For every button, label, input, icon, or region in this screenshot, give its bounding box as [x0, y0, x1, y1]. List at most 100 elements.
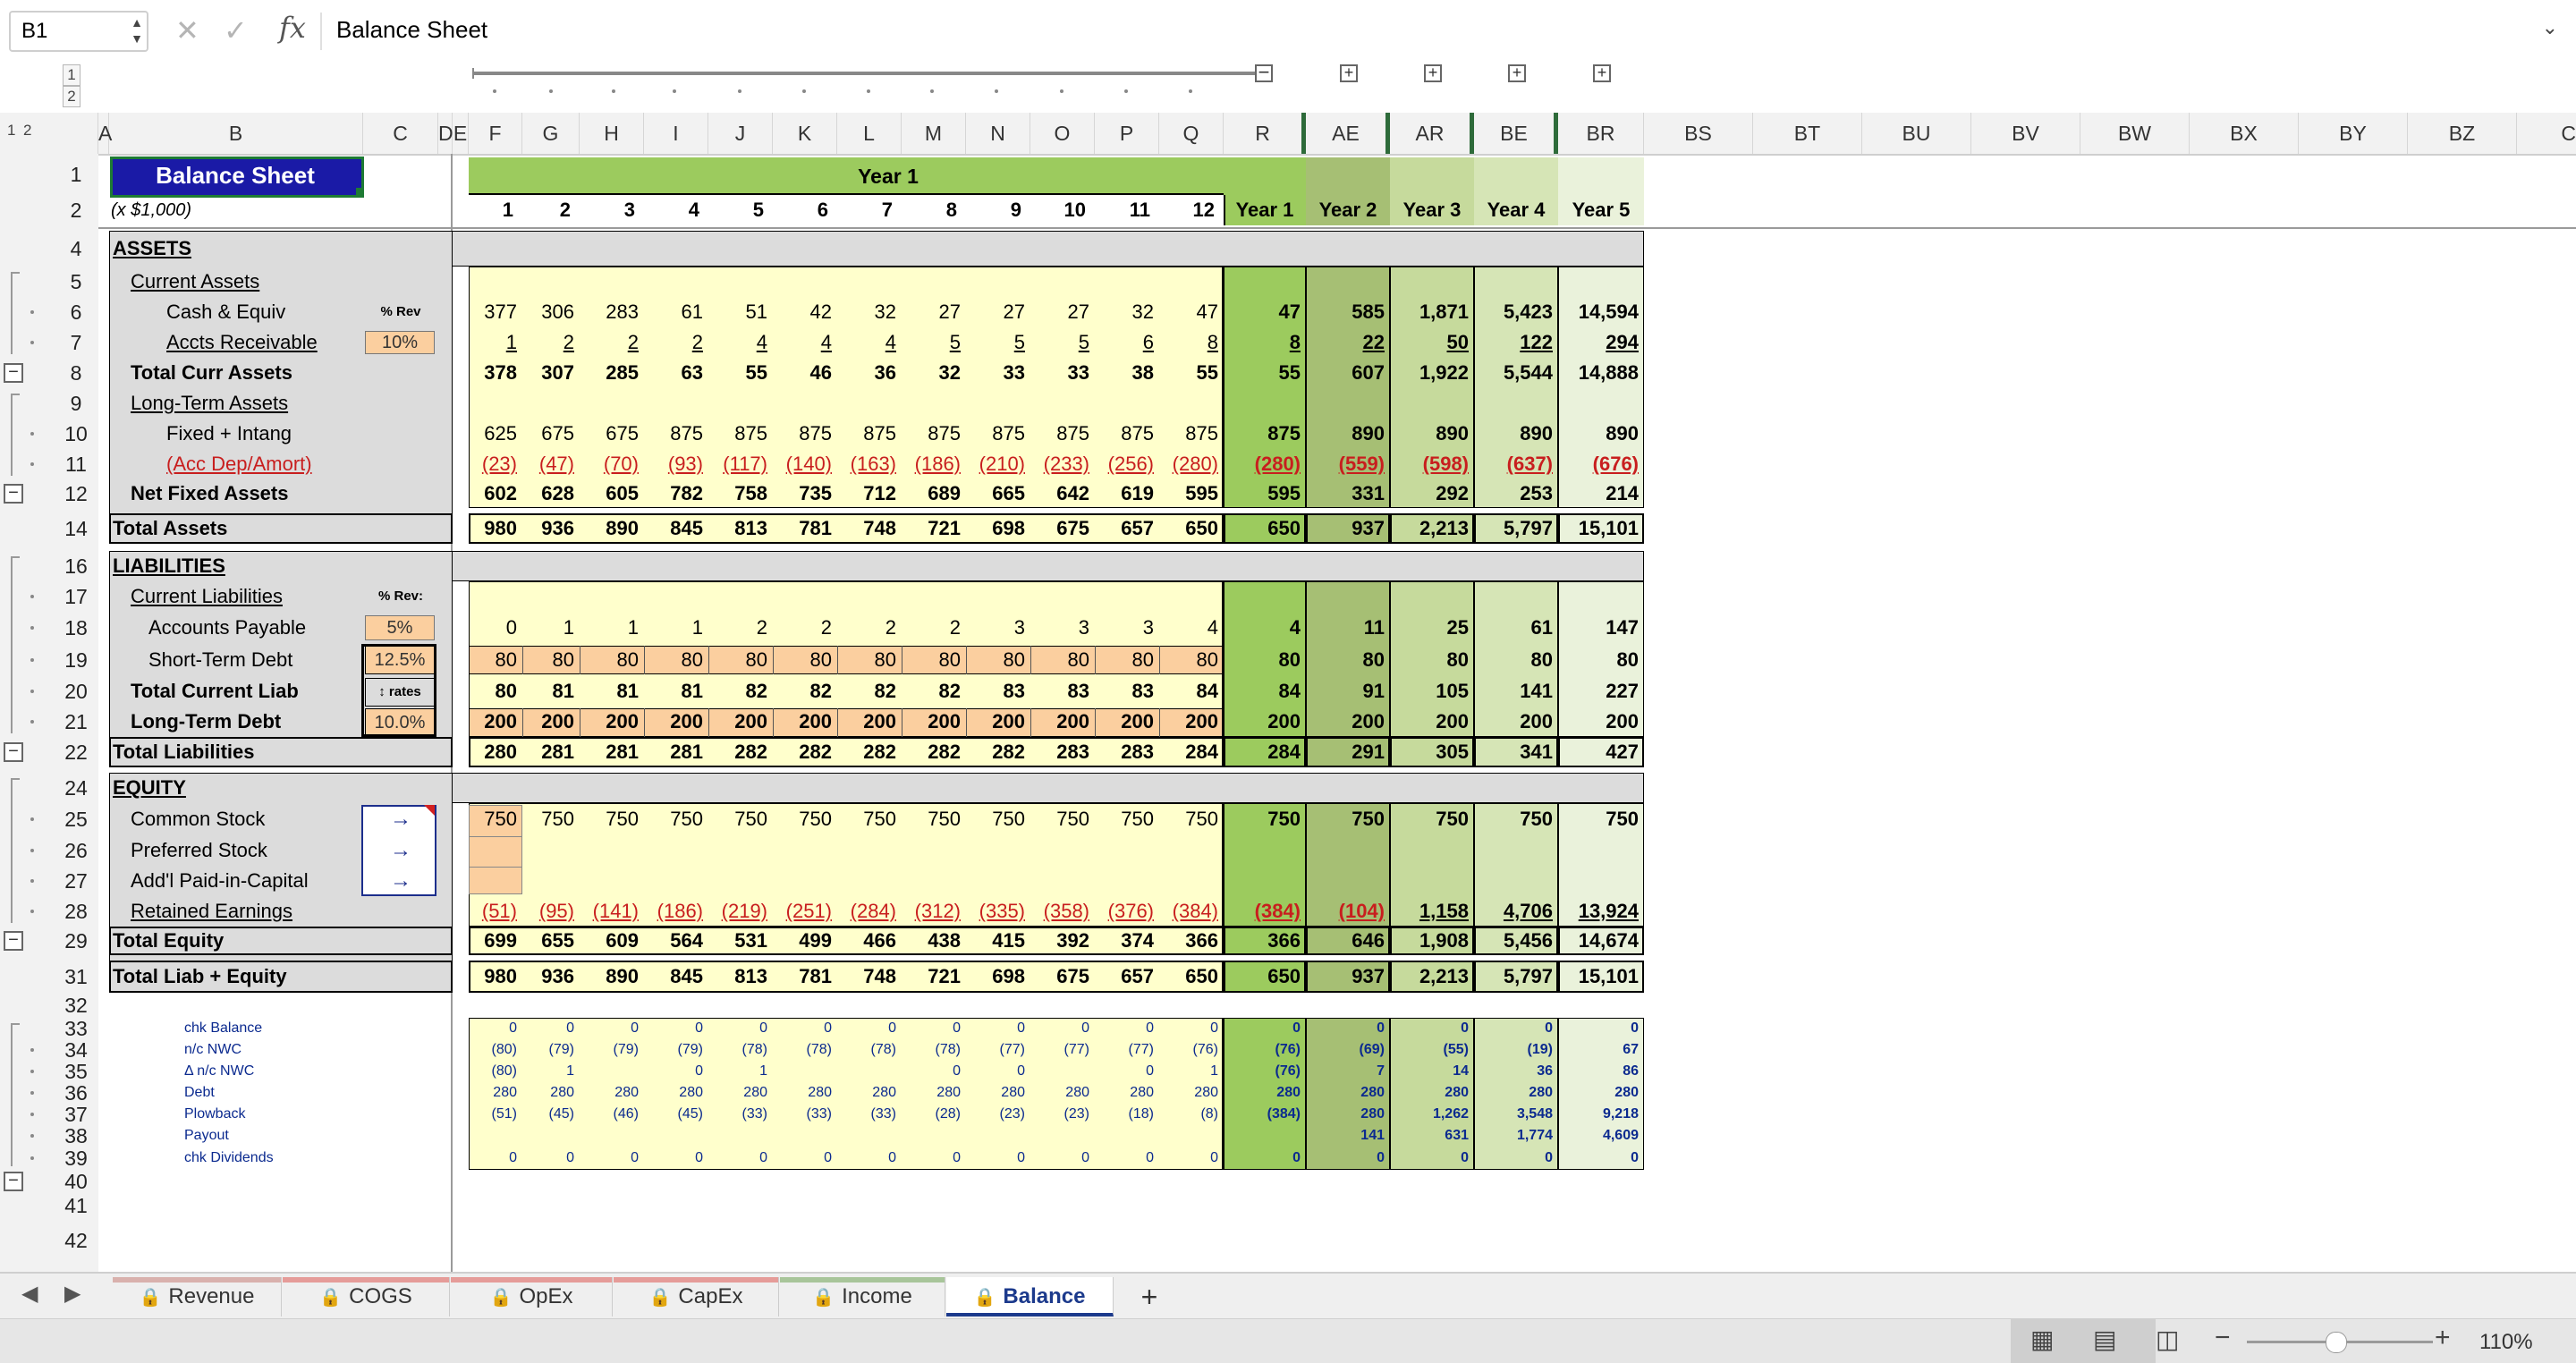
formula-input[interactable]: Balance Sheet	[336, 16, 487, 44]
chkdiv-y4[interactable]: 0	[1474, 1147, 1553, 1170]
row-header-11[interactable]: 11	[54, 449, 98, 479]
ta-m6[interactable]: 781	[773, 513, 832, 544]
cs-m9[interactable]: 750	[966, 803, 1025, 835]
chkdiv-m7[interactable]: 0	[837, 1147, 896, 1170]
tca-m5[interactable]: 55	[708, 358, 767, 388]
dnwc-m2[interactable]: 1	[522, 1061, 574, 1082]
month-header-8[interactable]: 8	[902, 195, 962, 225]
month-header-1[interactable]: 1	[469, 195, 519, 225]
ar-y1[interactable]: 8	[1224, 327, 1301, 358]
te-m12[interactable]: 366	[1159, 927, 1218, 955]
plow-m10[interactable]: (23)	[1030, 1104, 1089, 1125]
ta-y4[interactable]: 5,797	[1474, 513, 1553, 544]
cs-y4[interactable]: 750	[1474, 803, 1553, 835]
chk-y4[interactable]: 0	[1474, 1018, 1553, 1039]
nwc-m4[interactable]: (79)	[644, 1039, 703, 1061]
re-m12[interactable]: (384)	[1159, 896, 1218, 927]
tle-m4[interactable]: 845	[644, 961, 703, 993]
cash-m10[interactable]: 27	[1030, 297, 1089, 327]
tab-revenue[interactable]: 🔒 Revenue	[113, 1277, 282, 1316]
chkdiv-y2[interactable]: 0	[1306, 1147, 1385, 1170]
add-sheet-button[interactable]: +	[1118, 1277, 1181, 1316]
ar-m12[interactable]: 8	[1159, 327, 1218, 358]
nwc-m11[interactable]: (77)	[1095, 1039, 1154, 1061]
tle-m2[interactable]: 936	[522, 961, 574, 993]
tcl-m6[interactable]: 82	[773, 676, 832, 707]
ltd-y2[interactable]: 200	[1306, 707, 1385, 737]
te-y1[interactable]: 366	[1224, 927, 1301, 955]
ap-m3[interactable]: 1	[580, 612, 639, 644]
std-y4[interactable]: 80	[1474, 644, 1553, 676]
cs-m3[interactable]: 750	[580, 803, 639, 835]
tl-y3[interactable]: 305	[1390, 737, 1469, 767]
chk-y3[interactable]: 0	[1390, 1018, 1469, 1039]
re-m7[interactable]: (284)	[837, 896, 896, 927]
column-header-b[interactable]: B	[109, 113, 363, 154]
year1-banner[interactable]: Year 1	[469, 157, 1308, 195]
ltd-m7[interactable]: 200	[837, 707, 896, 737]
tcl-m4[interactable]: 81	[644, 676, 703, 707]
tle-m9[interactable]: 698	[966, 961, 1025, 993]
ta-y1[interactable]: 650	[1224, 513, 1301, 544]
dnwc-m12[interactable]: 1	[1159, 1061, 1218, 1082]
ar-percent-value[interactable]: 10%	[365, 331, 435, 354]
chkdiv-y5[interactable]: 0	[1558, 1147, 1639, 1170]
tcl-m10[interactable]: 83	[1030, 676, 1089, 707]
te-m6[interactable]: 499	[773, 927, 832, 955]
chevron-down-icon[interactable]: ⌄	[2542, 16, 2558, 39]
ltd-m10[interactable]: 200	[1030, 707, 1089, 737]
std-m10[interactable]: 80	[1030, 644, 1089, 676]
debt-y5[interactable]: 280	[1558, 1082, 1639, 1104]
ap-m6[interactable]: 2	[773, 612, 832, 644]
row-header-26[interactable]: 26	[54, 835, 98, 866]
ltd-m9[interactable]: 200	[966, 707, 1025, 737]
nfa-m8[interactable]: 689	[902, 479, 961, 508]
function-icon[interactable]: fx	[279, 11, 306, 45]
tcl-m2[interactable]: 81	[522, 676, 574, 707]
month-header-11[interactable]: 11	[1095, 195, 1156, 225]
column-header-l[interactable]: L	[837, 113, 902, 154]
row-header-33[interactable]: 33	[54, 1018, 98, 1039]
ap-m12[interactable]: 4	[1159, 612, 1218, 644]
te-y3[interactable]: 1,908	[1390, 927, 1469, 955]
tl-y1[interactable]: 284	[1224, 737, 1301, 767]
plow-y5[interactable]: 9,218	[1558, 1104, 1639, 1125]
tcl-y4[interactable]: 141	[1474, 676, 1553, 707]
tl-m7[interactable]: 282	[837, 737, 896, 767]
fixed-y2[interactable]: 890	[1306, 419, 1385, 449]
collapse-rows-icon[interactable]: −	[4, 742, 23, 762]
te-m3[interactable]: 609	[580, 927, 639, 955]
column-header-q[interactable]: Q	[1159, 113, 1224, 154]
cs-y2[interactable]: 750	[1306, 803, 1385, 835]
column-header-bs[interactable]: BS	[1644, 113, 1753, 154]
ltd-m12[interactable]: 200	[1159, 707, 1218, 737]
std-m3[interactable]: 80	[580, 644, 639, 676]
nwc-y1[interactable]: (76)	[1224, 1039, 1301, 1061]
ltd-m2[interactable]: 200	[522, 707, 574, 737]
tle-m6[interactable]: 781	[773, 961, 832, 993]
tcl-y2[interactable]: 91	[1306, 676, 1385, 707]
re-m10[interactable]: (358)	[1030, 896, 1089, 927]
tca-y4[interactable]: 5,544	[1474, 358, 1553, 388]
tl-m1[interactable]: 280	[469, 737, 517, 767]
tab-capex[interactable]: 🔒 CapEx	[614, 1277, 779, 1316]
cs-m1[interactable]: 750	[469, 803, 517, 835]
row-header-39[interactable]: 39	[54, 1147, 98, 1170]
ar-y3[interactable]: 50	[1390, 327, 1469, 358]
chk-m12[interactable]: 0	[1159, 1018, 1218, 1039]
ar-m11[interactable]: 6	[1095, 327, 1154, 358]
debt-m9[interactable]: 280	[966, 1082, 1025, 1104]
collapse-group-icon[interactable]: −	[1255, 63, 1273, 82]
nfa-m9[interactable]: 665	[966, 479, 1025, 508]
ta-m7[interactable]: 748	[837, 513, 896, 544]
row-header-17[interactable]: 17	[54, 581, 98, 612]
column-header-f[interactable]: F	[469, 113, 522, 154]
nfa-m4[interactable]: 782	[644, 479, 703, 508]
payout-y5[interactable]: 4,609	[1558, 1125, 1639, 1147]
debt-m4[interactable]: 280	[644, 1082, 703, 1104]
std-rate-value[interactable]: 12.5%	[365, 646, 435, 674]
te-m8[interactable]: 438	[902, 927, 961, 955]
fixed-m11[interactable]: 875	[1095, 419, 1154, 449]
dnwc-m1[interactable]: (80)	[469, 1061, 517, 1082]
accdep-m5[interactable]: (117)	[708, 449, 767, 479]
